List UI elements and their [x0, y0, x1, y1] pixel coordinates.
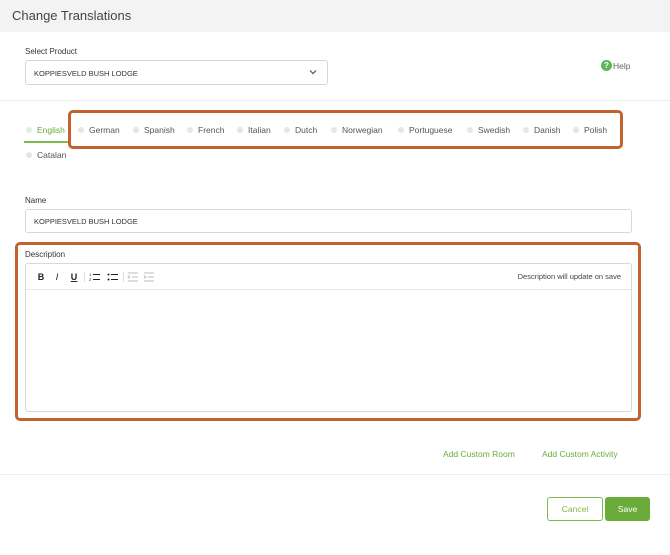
product-select-value: KOPPIESVELD BUSH LODGE	[34, 69, 138, 78]
divider	[0, 474, 670, 475]
name-field[interactable]: KOPPIESVELD BUSH LODGE	[25, 209, 632, 233]
page-title: Change Translations	[12, 8, 132, 23]
tab-english[interactable]: English	[26, 125, 65, 135]
add-custom-activity-link[interactable]: Add Custom Activity	[542, 449, 618, 459]
tab-catalan[interactable]: Catalan	[26, 150, 66, 160]
help-label: Help	[613, 60, 631, 71]
help-link[interactable]: ? Help	[601, 60, 630, 71]
save-button[interactable]: Save	[605, 497, 650, 521]
tab-label: Catalan	[37, 150, 67, 160]
tab-label: English	[37, 125, 65, 135]
name-label: Name	[25, 196, 47, 205]
help-icon: ?	[601, 60, 612, 71]
active-tab-indicator	[24, 141, 70, 143]
cancel-button[interactable]: Cancel	[547, 497, 603, 521]
status-dot	[26, 127, 32, 133]
add-custom-room-link[interactable]: Add Custom Room	[443, 449, 515, 459]
chevron-down-icon	[309, 70, 317, 75]
status-dot	[26, 152, 32, 158]
product-select[interactable]: KOPPIESVELD BUSH LODGE	[25, 60, 328, 85]
language-tabs-highlight	[68, 110, 623, 149]
select-product-label: Select Product	[25, 47, 78, 56]
description-highlight	[15, 242, 641, 421]
title-bar: Change Translations	[0, 0, 670, 32]
name-field-value: KOPPIESVELD BUSH LODGE	[34, 217, 138, 226]
divider	[0, 100, 670, 101]
